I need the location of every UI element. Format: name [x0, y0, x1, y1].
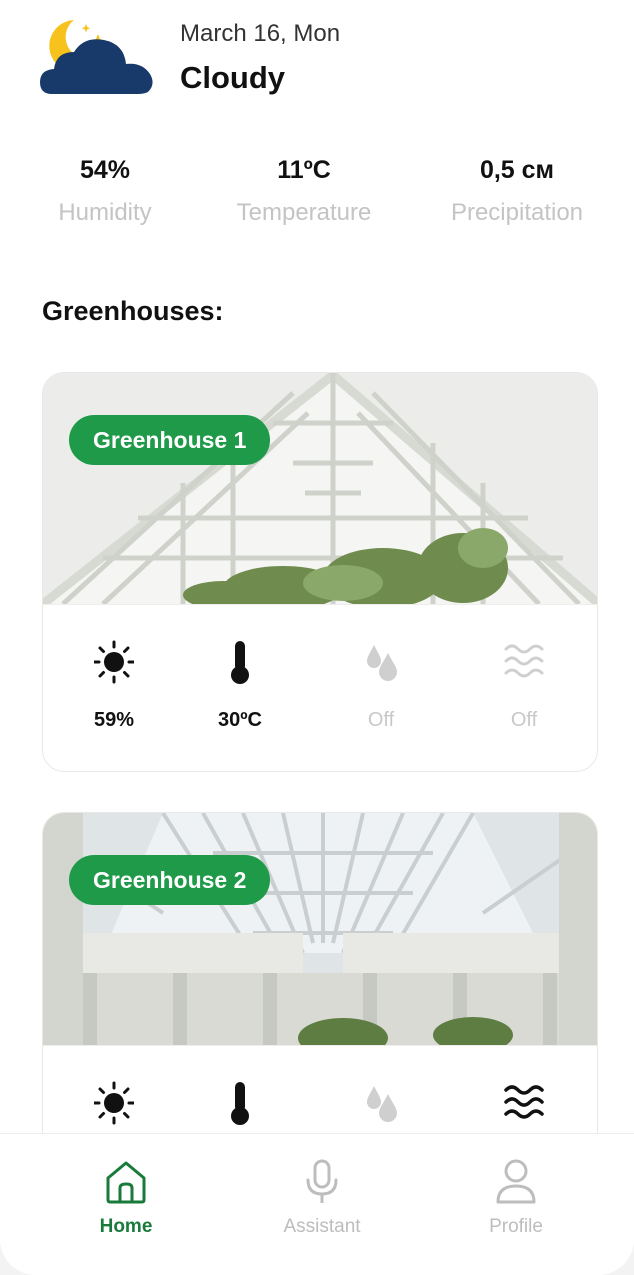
sun-icon [94, 640, 134, 684]
metric-value: 59% [93, 709, 135, 731]
nav-label: Profile [489, 1216, 543, 1237]
sun-icon [94, 1081, 134, 1125]
nav-home[interactable]: Home [56, 1134, 196, 1254]
greenhouse-card-1[interactable]: Greenhouse 1 59% 30ºC Off Off [42, 372, 598, 772]
stat-label: Temperature [236, 199, 372, 226]
microphone-icon [306, 1159, 338, 1203]
greenhouse-photo [43, 373, 597, 604]
stat-value: 54% [79, 156, 131, 184]
stat-label: Humidity [58, 199, 152, 226]
greenhouse-photo [43, 813, 597, 1045]
stat-precipitation: 0,5 см Precipitation [432, 156, 602, 227]
metric-value: Off [367, 709, 395, 731]
water-drops-icon [367, 645, 397, 681]
stat-label: Precipitation [450, 199, 584, 226]
weather-stats: 54% Humidity 11ºC Temperature 0,5 см Pre… [0, 156, 634, 246]
thermometer-icon [231, 1082, 249, 1125]
section-title: Greenhouses: [42, 296, 224, 326]
thermometer-icon [231, 641, 249, 684]
metric-value: Off [510, 709, 538, 731]
greenhouse-metrics: 59% 30ºC Off Off [43, 604, 597, 771]
stat-humidity: 54% Humidity [30, 156, 180, 227]
nav-profile[interactable]: Profile [446, 1134, 586, 1254]
bottom-navigation: Home Assistant Profile [0, 1133, 634, 1275]
night-cloudy-icon [38, 14, 158, 100]
stat-temperature: 11ºC Temperature [214, 156, 394, 227]
nav-label: Home [99, 1216, 153, 1237]
home-screen: March 16, Mon Cloudy 54% Humidity 11ºC T… [0, 0, 634, 1275]
nav-assistant[interactable]: Assistant [252, 1134, 392, 1254]
weather-condition: Cloudy [180, 60, 286, 95]
metric-value: 30ºC [218, 709, 262, 731]
date-label: March 16, Mon [180, 20, 341, 47]
water-drops-icon [367, 1086, 397, 1122]
stat-value: 11ºC [277, 156, 331, 184]
greenhouse-name-badge: Greenhouse 1 [69, 415, 271, 465]
home-icon [106, 1161, 146, 1204]
profile-icon [496, 1159, 536, 1204]
stat-value: 0,5 см [479, 156, 555, 184]
nav-label: Assistant [283, 1216, 361, 1237]
wind-waves-icon [504, 644, 544, 678]
wind-waves-icon [504, 1085, 544, 1119]
greenhouse-name-badge: Greenhouse 2 [69, 855, 271, 905]
